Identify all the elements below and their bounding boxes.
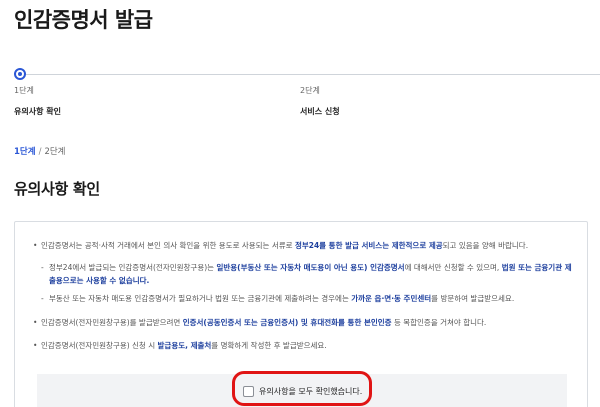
- notice-emphasis: 가까운 읍·면·동 주민센터: [351, 294, 432, 303]
- breadcrumb-next: 2단계: [44, 147, 66, 157]
- notice-item-purpose: 인감증명서(전자민원창구용) 신청 시 발급용도, 제출처를 명확하게 작성한 …: [33, 340, 573, 351]
- step-2-name: 서비스 신청: [300, 107, 340, 116]
- notice-text: 부동산 또는 자동차 매도용 인감증명서가 필요하거나 법원 또는 금융기관에 …: [49, 294, 352, 303]
- notice-text: 인감증명서(전자민원창구용) 신청 시: [41, 341, 158, 350]
- highlight-ring: [232, 371, 372, 406]
- notice-item-authentication: 인감증명서(전자민원창구용)를 발급받으려면 인증서(공동인증서 또는 금융인증…: [33, 317, 573, 328]
- notice-text: 를 명확하게 작성한 후 발급받으세요.: [211, 341, 327, 350]
- notice-text: 인감증명서(전자민원창구용)를 발급받으려면: [41, 318, 183, 327]
- notice-sub-list: 정부24에서 발급되는 인감증명서(전자민원창구용)는 일반용(부동산 또는 자…: [41, 261, 573, 305]
- step-1: 1단계 유의사항 확인: [14, 85, 61, 117]
- notice-emphasis: 정부24를 통한 발급 서비스는 제한적으로 제공: [294, 241, 443, 250]
- page-title: 인감증명서 발급: [14, 8, 153, 32]
- step-indicator: 1단계 유의사항 확인 2단계 서비스 신청: [14, 68, 600, 118]
- notice-text: 에 대해서만 신청할 수 있으며,: [404, 263, 502, 272]
- notice-emphasis: 인증서(공동인증서 또는 금융인증서) 및 휴대전화를 통한 본인인증: [182, 318, 392, 327]
- notice-text: 를 방문하여 발급받으세요.: [431, 294, 515, 303]
- notice-item-official-use: 인감증명서는 공적·사적 거래에서 본인 의사 확인을 위한 용도로 사용되는 …: [33, 240, 573, 305]
- notice-text: 정부24에서 발급되는 인감증명서(전자민원창구용)는: [49, 263, 217, 272]
- notice-list: 인감증명서는 공적·사적 거래에서 본인 의사 확인을 위한 용도로 사용되는 …: [33, 240, 573, 351]
- step-2: 2단계 서비스 신청: [300, 85, 340, 117]
- notice-text: 인감증명서는 공적·사적 거래에서 본인 의사 확인을 위한 용도로 사용되는 …: [41, 241, 295, 250]
- breadcrumb-separator: /: [38, 147, 42, 157]
- breadcrumb-current: 1단계: [14, 147, 36, 157]
- notice-text: 되고 있음을 양해 바랍니다.: [442, 241, 529, 250]
- notice-sub-item-visit-center: 부동산 또는 자동차 매도용 인감증명서가 필요하거나 법원 또는 금융기관에 …: [41, 292, 573, 305]
- section-title: 유의사항 확인: [14, 180, 100, 198]
- breadcrumb: 1단계/2단계: [14, 145, 66, 157]
- step-1-number: 1단계: [14, 86, 34, 95]
- notice-sub-item-general-use: 정부24에서 발급되는 인감증명서(전자민원창구용)는 일반용(부동산 또는 자…: [41, 261, 573, 287]
- step-1-name: 유의사항 확인: [14, 107, 61, 116]
- step-track: [20, 74, 600, 75]
- notice-emphasis: 발급용도, 제출처: [157, 341, 212, 350]
- step-1-dot: [14, 68, 26, 80]
- notice-text: 등 복합인증을 거쳐야 합니다.: [391, 318, 487, 327]
- step-2-number: 2단계: [300, 86, 320, 95]
- notice-emphasis: 일반용(부동산 또는 자동차 매도용이 아닌 용도) 인감증명서: [216, 263, 405, 272]
